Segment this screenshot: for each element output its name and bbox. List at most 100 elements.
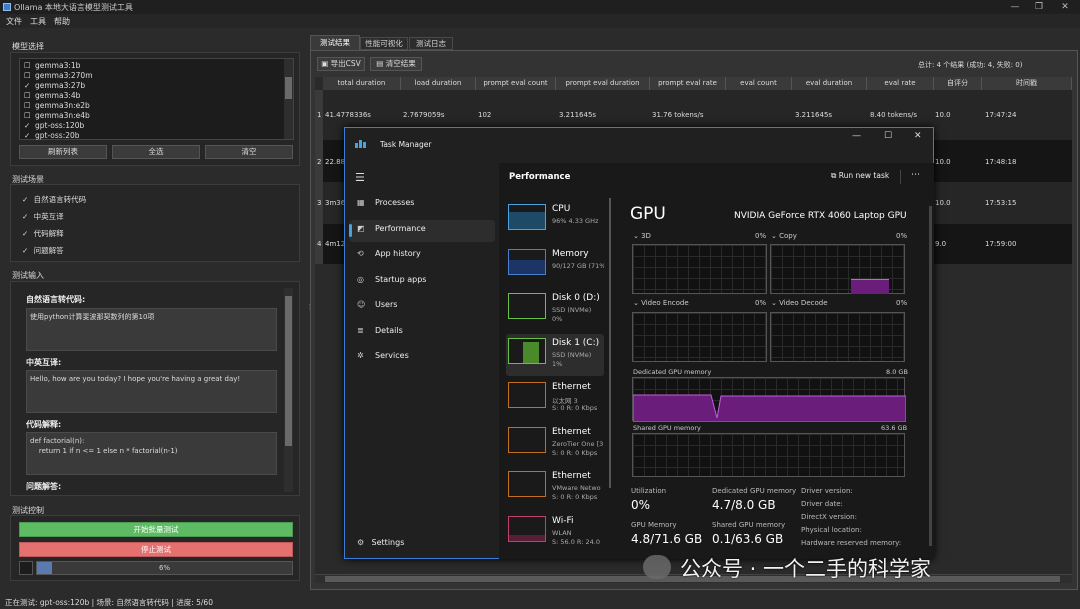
device-list[interactable]: CPU 96% 4.33 GHz Memory 90/127 GB (71%) Disk… bbox=[500, 194, 610, 559]
scene-checkbox[interactable]: ✓ 问题解答 bbox=[22, 245, 64, 256]
checkbox-icon[interactable]: ☐ bbox=[24, 111, 32, 120]
device-item[interactable]: CPU 96% 4.33 GHz bbox=[506, 200, 604, 242]
col-header[interactable]: 自评分 bbox=[934, 77, 982, 90]
close-icon[interactable]: ✕ bbox=[1052, 0, 1078, 14]
col-header[interactable]: total duration bbox=[323, 77, 401, 90]
device-thumbnail bbox=[508, 471, 546, 497]
menu-help[interactable]: 帮助 bbox=[54, 16, 70, 27]
toolbar-divider bbox=[900, 170, 901, 184]
col-header[interactable]: prompt eval duration bbox=[556, 77, 650, 90]
device-name: Ethernet bbox=[552, 382, 591, 392]
driver-version-label: Driver version: bbox=[801, 487, 853, 495]
maximize-icon[interactable]: ❐ bbox=[1026, 0, 1052, 14]
splitter-handle[interactable]: ⋮ bbox=[306, 303, 313, 317]
gpu-memory-label: GPU Memory bbox=[631, 521, 677, 529]
progress-indicator bbox=[19, 561, 33, 575]
model-list-item[interactable]: ☐ gemma3:4b bbox=[24, 91, 80, 101]
nav-processes[interactable]: ▦ Processes bbox=[357, 198, 414, 207]
minimize-icon[interactable]: — bbox=[1002, 0, 1028, 14]
gpu-pane-scrollbar[interactable] bbox=[929, 206, 932, 546]
device-item[interactable]: Disk 1 (C:) SSD (NVMe) 1% bbox=[506, 333, 604, 376]
device-item[interactable]: Memory 90/127 GB (71%) bbox=[506, 245, 604, 287]
nav-app-history[interactable]: ⟲ App history bbox=[357, 249, 421, 258]
tab-log[interactable]: 测试日志 bbox=[409, 37, 453, 50]
scene-checkbox[interactable]: ✓ 中英互译 bbox=[22, 211, 64, 222]
tm-maximize-icon[interactable]: ☐ bbox=[884, 131, 892, 141]
tab-visualization[interactable]: 性能可视化 bbox=[360, 37, 408, 50]
select-all-button[interactable]: 全选 bbox=[112, 145, 200, 159]
nav-startup-apps[interactable]: ◎ Startup apps bbox=[357, 275, 426, 284]
hamburger-icon[interactable]: ☰ bbox=[355, 171, 365, 184]
col-header[interactable]: prompt eval rate bbox=[650, 77, 726, 90]
tm-close-icon[interactable]: ✕ bbox=[914, 131, 922, 141]
col-header[interactable]: eval rate bbox=[867, 77, 934, 90]
col-header[interactable]: 时间戳 bbox=[982, 77, 1072, 90]
nav-services[interactable]: ✲ Services bbox=[357, 351, 409, 360]
utilization-label: Utilization bbox=[631, 487, 667, 495]
model-list-item[interactable]: ☐ gemma3n:e2b bbox=[24, 101, 90, 111]
tm-minimize-icon[interactable]: — bbox=[852, 131, 861, 141]
device-detail: 96% 4.33 GHz bbox=[552, 217, 599, 225]
col-header[interactable]: eval count bbox=[726, 77, 792, 90]
model-list-scrollbar[interactable] bbox=[284, 59, 293, 139]
performance-icon: ◩ bbox=[357, 223, 365, 233]
col-header[interactable]: prompt eval count bbox=[476, 77, 556, 90]
stop-test-button[interactable]: 停止测试 bbox=[19, 542, 293, 557]
device-item[interactable]: Wi-Fi WLAN S: 56.0 R: 24.0 bbox=[506, 512, 604, 554]
tab-results[interactable]: 测试结果 bbox=[310, 35, 360, 50]
table-cell: 2.7679059s bbox=[403, 111, 445, 119]
menubar: 文件 工具 帮助 bbox=[0, 14, 1080, 28]
model-list-item[interactable]: ✓ gpt-oss:20b bbox=[24, 131, 80, 141]
device-name: Disk 1 (C:) bbox=[552, 337, 600, 348]
device-item[interactable]: Disk 0 (D:) SSD (NVMe) 0% bbox=[506, 289, 604, 331]
col-header[interactable]: eval duration bbox=[792, 77, 867, 90]
table-cell: 3m36 bbox=[325, 199, 346, 207]
window-titlebar: Ollama 本地大语言模型测试工具 — ❐ ✕ bbox=[0, 0, 1080, 14]
device-list-scrollbar[interactable] bbox=[609, 198, 611, 488]
start-batch-test-button[interactable]: 开始批量测试 bbox=[19, 522, 293, 537]
dedicated-memory-max: 8.0 GB bbox=[886, 368, 908, 376]
col-header[interactable]: load duration bbox=[401, 77, 476, 90]
checkbox-icon[interactable]: ☐ bbox=[24, 101, 32, 110]
export-csv-button[interactable]: ▣ 导出CSV bbox=[317, 57, 365, 71]
model-list-item[interactable]: ☐ gemma3:1b bbox=[24, 61, 80, 71]
device-name: CPU bbox=[552, 204, 571, 214]
checkbox-icon[interactable]: ✓ bbox=[24, 121, 32, 130]
input-textarea[interactable]: Hello, how are you today? I hope you're … bbox=[26, 370, 277, 413]
clear-results-button[interactable]: ▤ 清空结果 bbox=[370, 57, 422, 71]
nav-performance[interactable]: ◩ Performance bbox=[357, 224, 426, 233]
clear-selection-button[interactable]: 清空 bbox=[205, 145, 293, 159]
checkbox-icon[interactable]: ✓ bbox=[24, 81, 32, 90]
device-item[interactable]: Ethernet 以太网 3 S: 0 R: 0 Kbps bbox=[506, 378, 604, 420]
run-new-task-button[interactable]: ⧉ Run new task bbox=[831, 171, 889, 181]
checkbox-icon[interactable]: ☐ bbox=[24, 61, 32, 70]
refresh-list-button[interactable]: 刷新列表 bbox=[19, 145, 107, 159]
model-name: gemma3n:e4b bbox=[35, 111, 90, 120]
checkbox-icon[interactable]: ☐ bbox=[24, 91, 32, 100]
checkbox-icon[interactable]: ✓ bbox=[24, 131, 32, 140]
model-list-item[interactable]: ✓ gpt-oss:120b bbox=[24, 121, 84, 131]
input-textarea[interactable]: 使用python计算斐波那契数列的第10项 bbox=[26, 308, 277, 351]
nav-users[interactable]: ☺ Users bbox=[357, 300, 397, 309]
model-list-item[interactable]: ✓ gemma3:27b bbox=[24, 81, 85, 91]
nav-label: Startup apps bbox=[375, 274, 427, 284]
menu-file[interactable]: 文件 bbox=[6, 16, 22, 27]
input-textarea[interactable]: def factorial(n): return 1 if n <= 1 els… bbox=[26, 432, 277, 475]
device-item[interactable]: GPU 0 bbox=[506, 556, 604, 559]
device-item[interactable]: Ethernet ZeroTier One [3 S: 0 R: 0 Kbps bbox=[506, 423, 604, 465]
checkbox-icon[interactable]: ☐ bbox=[24, 71, 32, 80]
scene-checkbox[interactable]: ✓ 代码解释 bbox=[22, 228, 64, 239]
nav-settings[interactable]: ⚙ Settings bbox=[357, 538, 404, 547]
model-list-item[interactable]: ☐ gemma3n:e4b bbox=[24, 111, 90, 121]
model-list-item[interactable]: ☐ gemma3:270m bbox=[24, 71, 93, 81]
model-list[interactable]: ☐ gemma3:1b ☐ gemma3:270m ✓ gemma3:27b ☐ gemma3… bbox=[19, 58, 294, 140]
row-number: 2 bbox=[317, 158, 322, 166]
menu-tools[interactable]: 工具 bbox=[30, 16, 46, 27]
scene-checkbox[interactable]: ✓ 自然语言转代码 bbox=[22, 194, 86, 205]
input-scrollbar[interactable] bbox=[284, 288, 293, 492]
engine-label: ⌄ Video Decode bbox=[771, 299, 828, 307]
nav-label: Users bbox=[375, 300, 398, 309]
more-options-icon[interactable]: ⋯ bbox=[911, 170, 920, 180]
nav-details[interactable]: ≣ Details bbox=[357, 326, 403, 335]
device-item[interactable]: Ethernet VMware Netwo S: 0 R: 0 Kbps bbox=[506, 467, 604, 509]
